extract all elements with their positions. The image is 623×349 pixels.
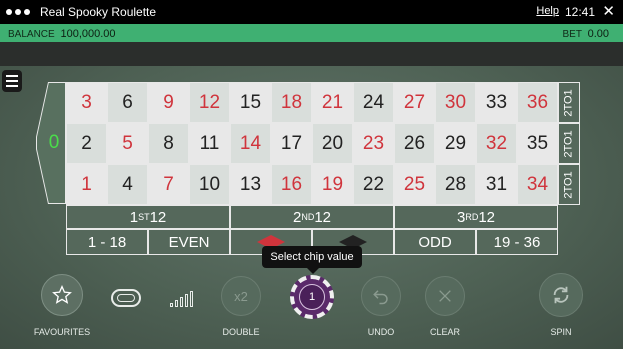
number-cell[interactable]: 19: [312, 164, 353, 205]
dozen-suffix: RD: [465, 212, 479, 222]
column-bet-label: 2TO1: [563, 129, 575, 158]
column-bet-label: 2TO1: [563, 88, 575, 117]
outside-bet-label: ODD: [418, 233, 452, 251]
dozen-bet-cell[interactable]: 3 RD 12: [394, 205, 558, 229]
dozen-suffix: ST: [138, 212, 150, 222]
info-strip: [0, 42, 623, 66]
clear-button[interactable]: [425, 276, 465, 316]
number-cell[interactable]: 30: [435, 82, 476, 123]
undo-label: UNDO: [367, 327, 395, 337]
dozen-number: 1: [129, 208, 139, 226]
outside-bet-label: 1 - 18: [87, 233, 127, 251]
menu-dots-icon[interactable]: [6, 9, 30, 15]
spin-button[interactable]: [539, 273, 583, 317]
odd-bet-cell[interactable]: ODD: [394, 229, 476, 255]
number-cell[interactable]: 21: [312, 82, 353, 123]
number-cell[interactable]: 8: [148, 123, 189, 164]
number-cell[interactable]: 5: [107, 123, 148, 164]
balance-value: 100,000.00: [60, 28, 116, 40]
number-cell[interactable]: 32: [476, 123, 517, 164]
number-cell[interactable]: 14: [230, 123, 271, 164]
undo-button[interactable]: [361, 276, 401, 316]
number-cell[interactable]: 11: [189, 123, 230, 164]
star-icon: [52, 285, 72, 304]
double-button[interactable]: x2: [221, 276, 261, 316]
column-bet-cell[interactable]: 2TO1: [558, 164, 580, 205]
number-cell[interactable]: 2: [66, 123, 107, 164]
number-cell[interactable]: 13: [230, 164, 271, 205]
number-cell[interactable]: 22: [353, 164, 394, 205]
chip-value: 1: [299, 284, 325, 310]
help-link[interactable]: Help: [536, 5, 559, 17]
chip-selector[interactable]: 1: [290, 275, 334, 319]
bet-label: BET: [562, 29, 582, 40]
close-icon[interactable]: ✕: [602, 2, 615, 20]
spin-label: SPIN: [550, 327, 572, 337]
spin-icon: [553, 286, 569, 304]
dozen-text: 12: [314, 208, 332, 226]
number-cell[interactable]: 23: [353, 123, 394, 164]
number-cell[interactable]: 24: [353, 82, 394, 123]
number-cell[interactable]: 4: [107, 164, 148, 205]
dozen-text: 12: [478, 208, 496, 226]
balance-bar: BALANCE 100,000.00 BET 0.00: [0, 24, 623, 42]
number-cell[interactable]: 6: [107, 82, 148, 123]
number-cell[interactable]: 18: [271, 82, 312, 123]
low-bet-cell[interactable]: 1 - 18: [66, 229, 148, 255]
number-cell[interactable]: 20: [312, 123, 353, 164]
number-cell[interactable]: 34: [517, 164, 558, 205]
dozen-suffix: ND: [301, 212, 315, 222]
number-cell[interactable]: 3: [66, 82, 107, 123]
favourites-button[interactable]: [41, 274, 83, 316]
number-cell[interactable]: 1: [66, 164, 107, 205]
chip-tooltip: Select chip value: [262, 246, 362, 274]
number-cell[interactable]: 10: [189, 164, 230, 205]
double-icon-text: x2: [234, 288, 248, 304]
number-cell[interactable]: 26: [394, 123, 435, 164]
number-cell[interactable]: 16: [271, 164, 312, 205]
even-bet-cell[interactable]: EVEN: [148, 229, 230, 255]
number-cell[interactable]: 15: [230, 82, 271, 123]
bet: BET 0.00: [563, 28, 609, 40]
number-cell[interactable]: 31: [476, 164, 517, 205]
outside-bet-label: EVEN: [168, 233, 210, 251]
column-bet-label: 2TO1: [563, 170, 575, 199]
number-cell[interactable]: 36: [517, 82, 558, 123]
hamburger-menu-icon[interactable]: [2, 70, 22, 92]
double-label: DOUBLE: [222, 327, 260, 337]
number-cell[interactable]: 35: [517, 123, 558, 164]
number-cell[interactable]: 25: [394, 164, 435, 205]
dozen-number: 3: [456, 208, 466, 226]
bet-value: 0.00: [587, 28, 609, 40]
number-cell[interactable]: 9: [148, 82, 189, 123]
statistics-icon[interactable]: [170, 290, 193, 307]
dozen-bet-cell[interactable]: 2 ND 12: [230, 205, 394, 229]
racetrack-icon[interactable]: [111, 289, 141, 307]
title-bar: Real Spooky Roulette Help 12:41 ✕: [0, 0, 623, 24]
number-cell[interactable]: 17: [271, 123, 312, 164]
number-cell[interactable]: 28: [435, 164, 476, 205]
number-cell[interactable]: 33: [476, 82, 517, 123]
number-cell[interactable]: 27: [394, 82, 435, 123]
column-bet-cell[interactable]: 2TO1: [558, 82, 580, 123]
high-bet-cell[interactable]: 19 - 36: [476, 229, 558, 255]
favourites-label: FAVOURITES: [33, 327, 91, 337]
number-cell[interactable]: 7: [148, 164, 189, 205]
column-bet-cell[interactable]: 2TO1: [558, 123, 580, 164]
number-cell[interactable]: 29: [435, 123, 476, 164]
clear-label: CLEAR: [429, 327, 460, 337]
number-cell[interactable]: 12: [189, 82, 230, 123]
dozen-bet-cell[interactable]: 1 ST 12: [66, 205, 230, 229]
dozen-text: 12: [149, 208, 167, 226]
balance-label: BALANCE: [8, 29, 55, 40]
outside-bet-label: 19 - 36: [493, 233, 541, 251]
undo-icon: [373, 290, 388, 305]
clock: 12:41: [564, 5, 595, 19]
balance: BALANCE 100,000.00: [8, 28, 116, 40]
window-title: Real Spooky Roulette: [40, 5, 157, 19]
clear-x-icon: [439, 290, 451, 302]
dozen-number: 2: [292, 208, 302, 226]
